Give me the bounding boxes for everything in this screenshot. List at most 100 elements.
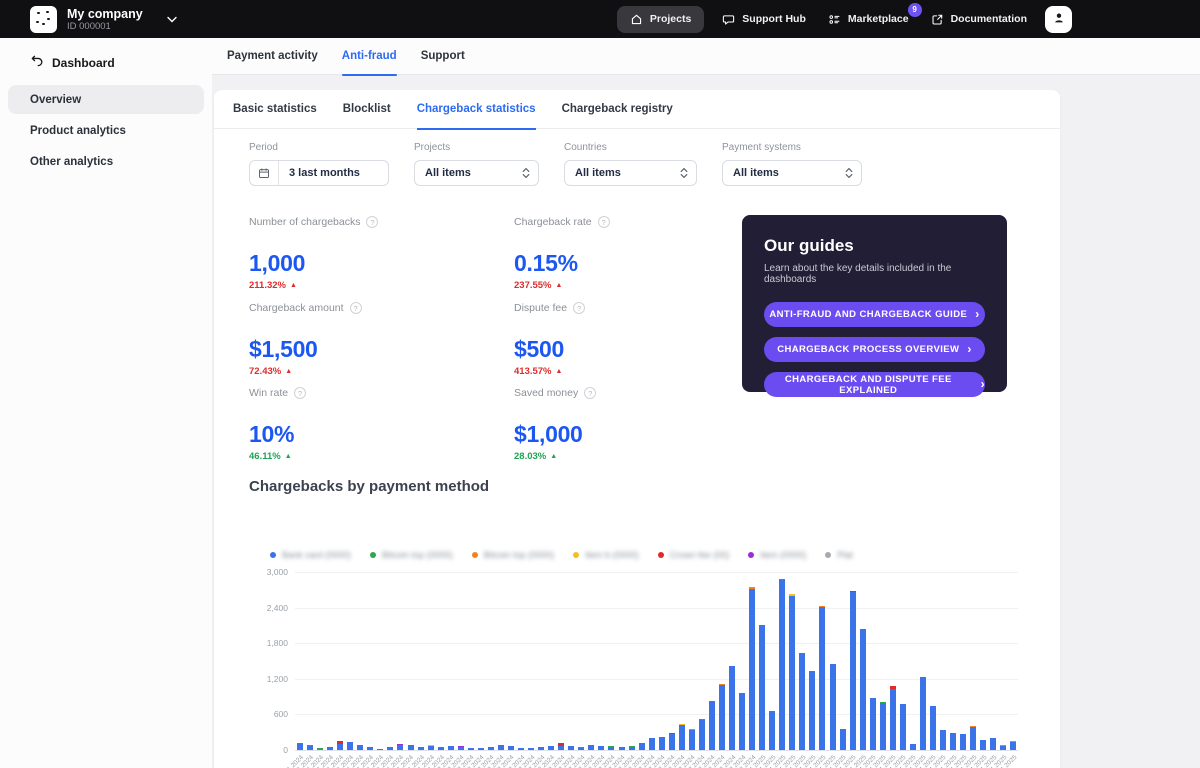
stacked-bar[interactable] <box>458 746 464 750</box>
stacked-bar[interactable] <box>659 737 665 750</box>
stacked-bar[interactable] <box>528 748 534 750</box>
legend-item-blue[interactable]: Bank card (0000) <box>270 550 351 560</box>
stacked-bar[interactable] <box>900 704 906 750</box>
period-input[interactable]: 3 last months <box>249 160 389 186</box>
stacked-bar[interactable] <box>377 749 383 750</box>
stacked-bar[interactable] <box>468 748 474 750</box>
stacked-bar[interactable] <box>840 729 846 750</box>
stacked-bar[interactable] <box>709 701 715 750</box>
stacked-bar[interactable] <box>619 747 625 750</box>
stacked-bar[interactable] <box>970 726 976 750</box>
stacked-bar[interactable] <box>689 729 695 750</box>
stacked-bar[interactable] <box>498 745 504 750</box>
stacked-bar[interactable] <box>699 719 705 750</box>
guide-button-anti-fraud[interactable]: ANTI-FRAUD AND CHARGEBACK GUIDE› <box>764 302 985 327</box>
stacked-bar[interactable] <box>679 724 685 750</box>
subtab-basic-statistics[interactable]: Basic statistics <box>233 90 317 129</box>
stacked-bar[interactable] <box>1000 745 1006 750</box>
stacked-bar[interactable] <box>960 734 966 750</box>
stacked-bar[interactable] <box>749 587 755 750</box>
stacked-bar[interactable] <box>880 702 886 750</box>
stacked-bar[interactable] <box>558 743 564 750</box>
stacked-bar[interactable] <box>478 748 484 750</box>
stacked-bar[interactable] <box>418 747 424 750</box>
stacked-bar[interactable] <box>799 653 805 750</box>
tab-support[interactable]: Support <box>421 38 465 75</box>
sidebar-item-other-analytics[interactable]: Other analytics <box>8 147 204 176</box>
stacked-bar[interactable] <box>789 594 795 750</box>
stacked-bar[interactable] <box>739 693 745 750</box>
stacked-bar[interactable] <box>317 748 323 750</box>
subtab-chargeback-statistics[interactable]: Chargeback statistics <box>417 90 536 129</box>
stacked-bar[interactable] <box>920 677 926 750</box>
help-icon[interactable]: ? <box>584 387 596 399</box>
projects-select[interactable]: All items <box>414 160 539 186</box>
stacked-bar[interactable] <box>910 744 916 750</box>
stacked-bar[interactable] <box>1010 741 1016 750</box>
stacked-bar[interactable] <box>598 746 604 750</box>
stacked-bar[interactable] <box>860 629 866 750</box>
support-hub-button[interactable]: Support Hub <box>718 7 810 32</box>
subtab-blocklist[interactable]: Blocklist <box>343 90 391 129</box>
legend-item-yellow[interactable]: Item b (0000) <box>573 550 639 560</box>
guide-button-dispute-fee[interactable]: CHARGEBACK AND DISPUTE FEE EXPLAINED› <box>764 372 985 397</box>
projects-button[interactable]: Projects <box>617 6 704 33</box>
stacked-bar[interactable] <box>307 745 313 750</box>
documentation-button[interactable]: Documentation <box>927 7 1031 32</box>
stacked-bar[interactable] <box>588 745 594 750</box>
stacked-bar[interactable] <box>940 730 946 750</box>
tab-anti-fraud[interactable]: Anti-fraud <box>342 38 397 75</box>
stacked-bar[interactable] <box>629 746 635 750</box>
stacked-bar[interactable] <box>548 746 554 750</box>
stacked-bar[interactable] <box>950 733 956 750</box>
stacked-bar[interactable] <box>408 745 414 750</box>
tab-payment-activity[interactable]: Payment activity <box>227 38 318 75</box>
legend-item-purple[interactable]: Item (0000) <box>748 550 806 560</box>
stacked-bar[interactable] <box>347 742 353 750</box>
stacked-bar[interactable] <box>578 747 584 750</box>
stacked-bar[interactable] <box>397 744 403 750</box>
stacked-bar[interactable] <box>448 746 454 750</box>
stacked-bar[interactable] <box>538 747 544 750</box>
stacked-bar[interactable] <box>930 706 936 750</box>
stacked-bar[interactable] <box>649 738 655 750</box>
profile-button[interactable] <box>1045 6 1072 33</box>
stacked-bar[interactable] <box>719 684 725 750</box>
stacked-bar[interactable] <box>518 748 524 750</box>
stacked-bar[interactable] <box>669 733 675 750</box>
payment-systems-select[interactable]: All items <box>722 160 862 186</box>
legend-item-gray[interactable]: Plat <box>825 550 853 560</box>
legend-item-green[interactable]: Bitcoin top (0000) <box>370 550 453 560</box>
stacked-bar[interactable] <box>830 664 836 750</box>
stacked-bar[interactable] <box>809 671 815 750</box>
sidebar-item-product-analytics[interactable]: Product analytics <box>8 116 204 145</box>
legend-item-red[interactable]: Crown fee (00) <box>658 550 730 560</box>
stacked-bar[interactable] <box>568 746 574 750</box>
help-icon[interactable]: ? <box>598 216 610 228</box>
company-switcher[interactable]: My company ID 000001 <box>30 6 177 33</box>
help-icon[interactable]: ? <box>366 216 378 228</box>
stacked-bar[interactable] <box>438 747 444 750</box>
countries-select[interactable]: All items <box>564 160 697 186</box>
stacked-bar[interactable] <box>327 747 333 750</box>
guide-button-process-overview[interactable]: CHARGEBACK PROCESS OVERVIEW› <box>764 337 985 362</box>
stacked-bar[interactable] <box>608 746 614 750</box>
sidebar-item-overview[interactable]: Overview <box>8 85 204 114</box>
help-icon[interactable]: ? <box>294 387 306 399</box>
stacked-bar[interactable] <box>779 579 785 750</box>
stacked-bar[interactable] <box>387 747 393 750</box>
stacked-bar[interactable] <box>990 738 996 750</box>
stacked-bar[interactable] <box>639 743 645 750</box>
stacked-bar[interactable] <box>870 698 876 750</box>
stacked-bar[interactable] <box>850 591 856 750</box>
stacked-bar[interactable] <box>980 740 986 750</box>
stacked-bar[interactable] <box>488 747 494 750</box>
help-icon[interactable]: ? <box>350 302 362 314</box>
stacked-bar[interactable] <box>890 686 896 750</box>
stacked-bar[interactable] <box>729 666 735 750</box>
stacked-bar[interactable] <box>357 745 363 750</box>
stacked-bar[interactable] <box>428 745 434 750</box>
marketplace-button[interactable]: Marketplace 9 <box>824 7 913 32</box>
stacked-bar[interactable] <box>769 711 775 750</box>
stacked-bar[interactable] <box>337 741 343 750</box>
